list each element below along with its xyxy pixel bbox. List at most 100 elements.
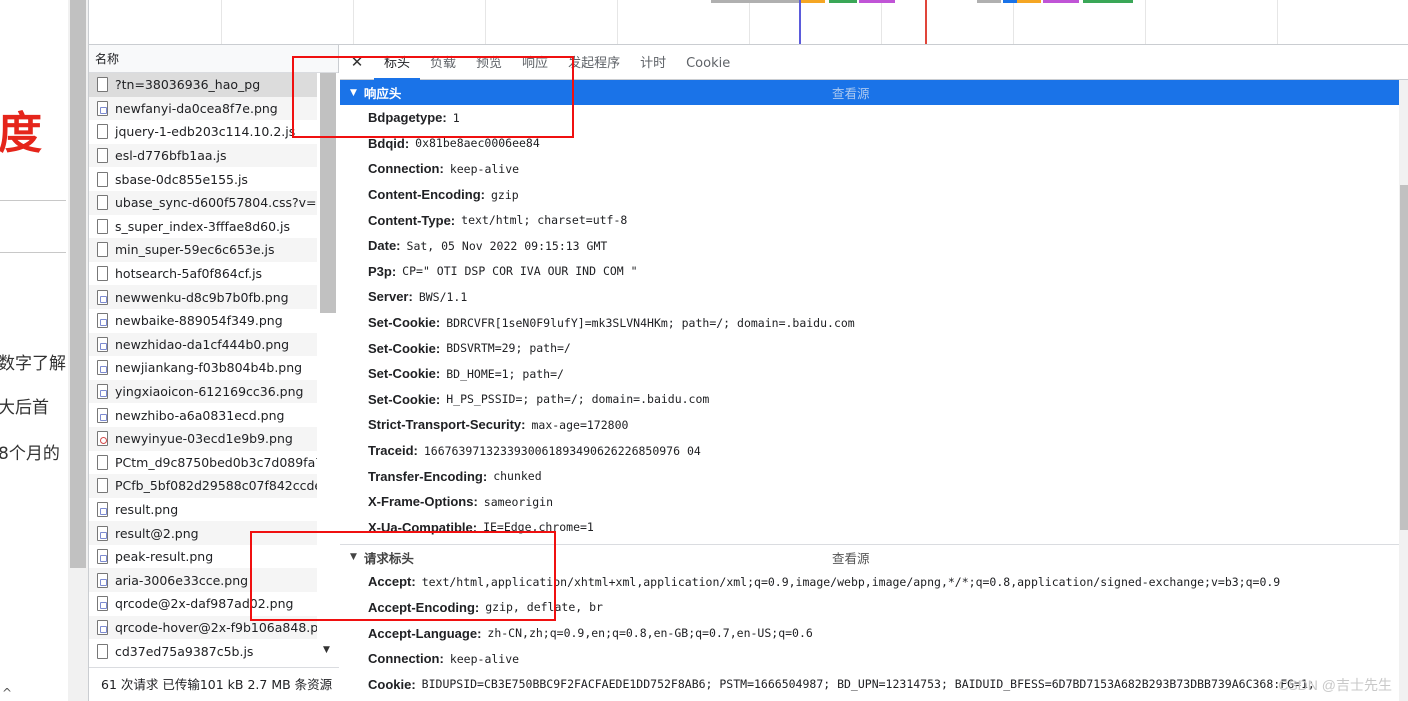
request-name: hotsearch-5af0f864cf.js	[115, 266, 263, 282]
view-source-link[interactable]: 查看源	[832, 83, 870, 102]
header-value[interactable]: keep-alive	[450, 652, 519, 666]
request-row[interactable]: min_super-59ec6c653e.js	[89, 238, 317, 262]
page-scrollbar-thumb[interactable]	[70, 0, 86, 568]
request-row[interactable]: jquery-1-edb203c114.10.2.js	[89, 120, 317, 144]
header-value[interactable]: BDSVRTM=29; path=/	[446, 341, 571, 355]
image-file-icon	[97, 384, 108, 400]
header-value[interactable]: BDRCVFR[1seN0F9lufY]=mk3SLVN4HKm; path=/…	[446, 316, 855, 330]
page-text-line: 8个月的	[0, 444, 60, 464]
divider	[0, 200, 66, 201]
header-row: Set-Cookie: BDSVRTM=29; path=/	[340, 335, 1408, 361]
header-value[interactable]: text/html; charset=utf-8	[461, 213, 627, 227]
header-key: Traceid:	[368, 443, 418, 459]
request-row[interactable]: sbase-0dc855e155.js	[89, 167, 317, 191]
request-row[interactable]: hotsearch-5af0f864cf.js	[89, 262, 317, 286]
request-row[interactable]: newbaike-889054f349.png	[89, 309, 317, 333]
header-value[interactable]: gzip	[491, 188, 519, 202]
request-row[interactable]: newyinyue-03ecd1e9b9.png	[89, 426, 317, 451]
chevron-up-icon[interactable]: ^	[2, 686, 12, 700]
image-file-icon	[97, 313, 108, 329]
header-row: Set-Cookie: H_PS_PSSID=; path=/; domain=.…	[340, 387, 1408, 413]
header-row: Date: Sat, 05 Nov 2022 09:15:13 GMT	[340, 233, 1408, 259]
request-row[interactable]: newfanyi-da0cea8f7e.png	[89, 96, 317, 121]
header-value[interactable]: chunked	[493, 469, 541, 483]
header-value[interactable]: zh-CN,zh;q=0.9,en;q=0.8,en-GB;q=0.7,en-U…	[487, 626, 812, 640]
request-name: newbaike-889054f349.png	[115, 313, 283, 329]
image-file-red-icon	[97, 431, 108, 447]
background-webpage: 度 数字了解 大后首 8个月的 ^	[0, 0, 68, 701]
request-name: sbase-0dc855e155.js	[115, 171, 248, 187]
page-scrollbar[interactable]	[68, 0, 88, 701]
request-name: min_super-59ec6c653e.js	[115, 242, 275, 258]
header-value[interactable]: BWS/1.1	[419, 290, 467, 304]
image-file-icon	[97, 549, 108, 565]
request-name: newzhibo-a6a0831ecd.png	[115, 407, 285, 423]
request-name: newwenku-d8c9b7b0fb.png	[115, 289, 289, 305]
header-row: Server: BWS/1.1	[340, 284, 1408, 310]
tab-6[interactable]: Cookie	[676, 45, 740, 80]
request-row[interactable]: esl-d776bfb1aa.js	[89, 143, 317, 168]
request-name: newfanyi-da0cea8f7e.png	[115, 100, 278, 116]
header-key: Date:	[368, 238, 401, 254]
header-value[interactable]: max-age=172800	[531, 418, 628, 432]
request-name: qrcode-hover@2x-f9b106a848.pn	[115, 619, 317, 635]
image-file-icon	[97, 289, 108, 305]
view-source-link[interactable]: 查看源	[832, 548, 870, 567]
header-row: Strict-Transport-Security: max-age=172800	[340, 412, 1408, 438]
stylesheet-file-icon	[97, 195, 108, 211]
header-row: Content-Type: text/html; charset=utf-8	[340, 207, 1408, 233]
request-row[interactable]: s_super_index-3fffae8d60.js	[89, 215, 317, 239]
request-name: jquery-1-edb203c114.10.2.js	[115, 124, 296, 140]
request-name: newjiankang-f03b804b4b.png	[115, 360, 303, 376]
request-row[interactable]: newwenku-d8c9b7b0fb.png	[89, 285, 317, 309]
request-name: PCfb_5bf082d29588c07f842ccde3	[115, 478, 317, 494]
header-key: Strict-Transport-Security:	[368, 417, 526, 433]
scroll-down-arrow-icon[interactable]: ▼	[323, 645, 330, 655]
request-row[interactable]: result.png	[89, 498, 317, 522]
header-row: P3p: CP=" OTI DSP COR IVA OUR IND COM "	[340, 259, 1408, 285]
request-name: s_super_index-3fffae8d60.js	[115, 218, 290, 234]
tab-5[interactable]: 计时	[630, 45, 676, 80]
watermark: CSDN @吉士先生	[1278, 677, 1392, 693]
header-value[interactable]: BD_HOME=1; path=/	[446, 367, 564, 381]
annotation-box	[250, 531, 556, 621]
details-scrollbar[interactable]	[1399, 80, 1408, 701]
divider	[0, 252, 66, 253]
header-key: X-Frame-Options:	[368, 494, 478, 510]
header-value[interactable]: keep-alive	[450, 162, 519, 176]
header-key: Server:	[368, 289, 413, 305]
request-row[interactable]: PCtm_d9c8750bed0b3c7d089fa7d	[89, 451, 317, 475]
request-row[interactable]: ubase_sync-d600f57804.css?v=md	[89, 190, 317, 215]
request-row[interactable]: ?tn=38036936_hao_pg	[89, 73, 317, 97]
scrollbar-thumb[interactable]	[1400, 185, 1408, 530]
script-file-icon	[97, 148, 108, 164]
header-row: Content-Encoding: gzip	[340, 182, 1408, 208]
request-row[interactable]: PCfb_5bf082d29588c07f842ccde3	[89, 474, 317, 498]
image-file-icon	[97, 619, 108, 635]
header-key: Set-Cookie:	[368, 366, 441, 382]
header-key: Content-Type:	[368, 212, 456, 228]
request-row[interactable]: newzhidao-da1cf444b0.png	[89, 332, 317, 357]
header-value[interactable]: 0x81be8aec0006ee84	[415, 136, 540, 150]
header-value[interactable]: CP=" OTI DSP COR IVA OUR IND COM "	[402, 264, 637, 278]
request-row[interactable]: newjiankang-f03b804b4b.png	[89, 356, 317, 380]
request-row[interactable]: newzhibo-a6a0831ecd.png	[89, 403, 317, 427]
request-name: PCtm_d9c8750bed0b3c7d089fa7d	[115, 454, 317, 470]
header-value[interactable]: BIDUPSID=CB3E750BBC9F2FACFAEDE1DD752F8AB…	[422, 677, 1315, 691]
header-key: P3p:	[368, 263, 397, 279]
document-icon	[97, 77, 108, 93]
script-file-icon	[97, 218, 108, 234]
header-value[interactable]: sameorigin	[484, 495, 553, 509]
network-overview-timeline[interactable]	[89, 0, 1408, 45]
request-row[interactable]: yingxiaoicon-612169cc36.png	[89, 379, 317, 404]
header-value[interactable]: Sat, 05 Nov 2022 09:15:13 GMT	[407, 239, 608, 253]
request-name: ?tn=38036936_hao_pg	[115, 77, 261, 93]
header-row: Set-Cookie: BD_HOME=1; path=/	[340, 361, 1408, 387]
header-value[interactable]: H_PS_PSSID=; path=/; domain=.baidu.com	[446, 392, 709, 406]
header-row: Accept-Language: zh-CN,zh;q=0.9,en;q=0.8,…	[340, 620, 1408, 646]
script-file-icon	[97, 242, 108, 258]
request-row[interactable]: cd37ed75a9387c5b.js	[89, 639, 317, 663]
image-file-icon	[97, 100, 108, 116]
header-value[interactable]: 1667639713233930061893490626226850976 04	[424, 444, 701, 458]
request-name: esl-d776bfb1aa.js	[115, 148, 227, 164]
